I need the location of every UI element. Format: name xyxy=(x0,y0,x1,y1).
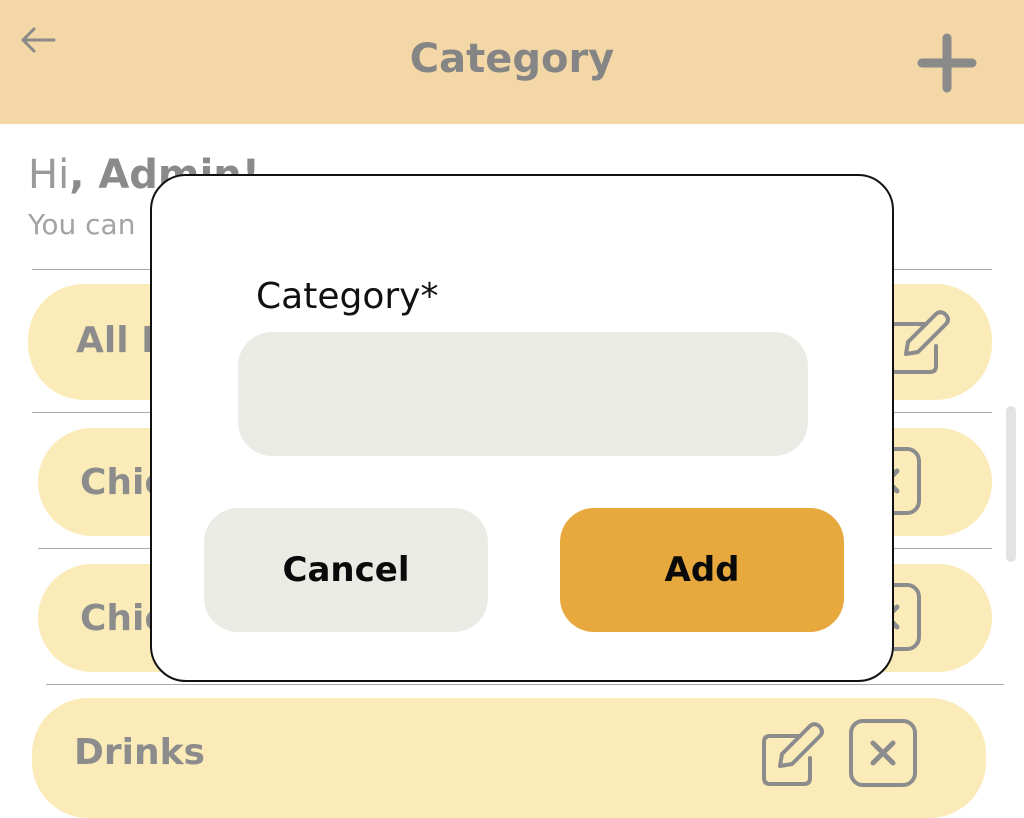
edit-icon[interactable] xyxy=(886,306,952,376)
category-field-label: Category* xyxy=(256,276,439,317)
add-button[interactable]: Add xyxy=(560,508,844,632)
plus-icon xyxy=(917,33,977,93)
category-label: Drinks xyxy=(74,732,205,773)
cancel-button[interactable]: Cancel xyxy=(204,508,488,632)
category-item[interactable]: Drinks xyxy=(32,698,986,818)
add-category-button[interactable] xyxy=(914,30,980,96)
divider xyxy=(46,684,1004,685)
category-input[interactable] xyxy=(238,332,808,456)
scrollbar[interactable] xyxy=(1006,406,1016,562)
page-title: Category xyxy=(409,36,615,82)
app-header: Category xyxy=(0,0,1024,124)
delete-icon[interactable] xyxy=(848,718,918,788)
edit-icon[interactable] xyxy=(760,718,826,788)
greeting-subtext: You can xyxy=(28,208,136,241)
add-category-dialog: Category* Cancel Add xyxy=(150,174,894,682)
greeting-prefix: Hi xyxy=(28,152,70,198)
